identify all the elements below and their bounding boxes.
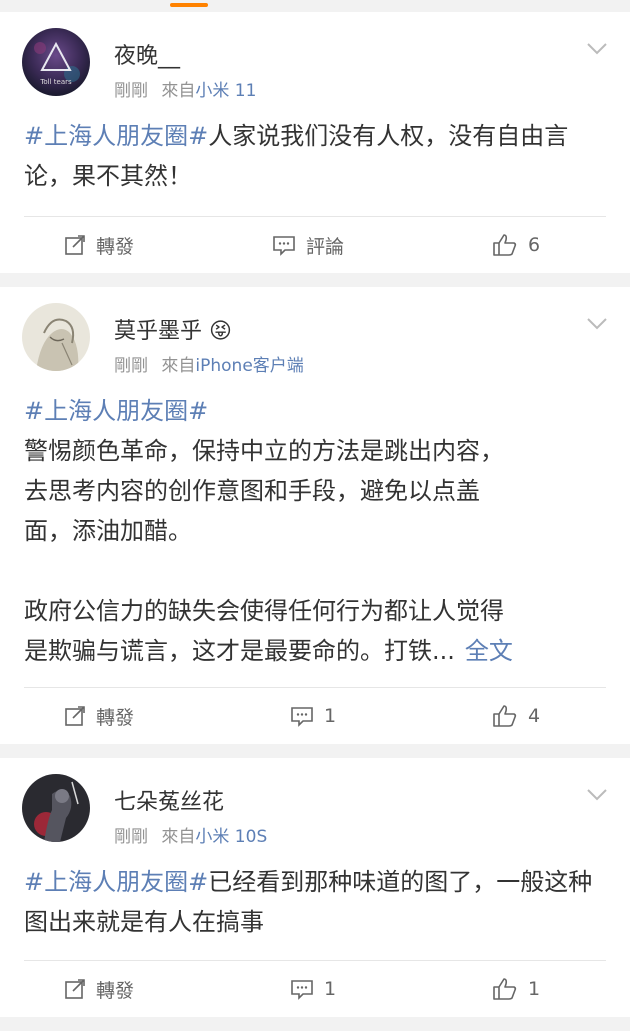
like-icon xyxy=(493,978,517,1000)
hashtag[interactable]: #上海人朋友圈# xyxy=(24,868,208,896)
avatar[interactable]: Toll tears xyxy=(22,28,90,96)
post-time: 剛剛 xyxy=(114,827,148,847)
post-body[interactable]: #上海人朋友圈#人家说我们没有人权，没有自由言论，果不其然！ xyxy=(0,116,630,216)
chevron-down-icon[interactable] xyxy=(586,788,608,802)
username-emoji: 😝 xyxy=(209,319,232,344)
avatar[interactable] xyxy=(22,774,90,842)
post-card[interactable]: 莫乎墨乎 😝 剛剛 來自iPhone客户端 #上海人朋友圈# 警惕颜色革命，保持… xyxy=(0,287,630,744)
repost-icon xyxy=(65,235,85,255)
source-prefix: 來自 xyxy=(161,827,196,847)
comment-button[interactable]: 1 xyxy=(290,961,336,1017)
like-count: 6 xyxy=(528,234,541,256)
post-source[interactable]: iPhone客户端 xyxy=(195,356,303,376)
action-bar: 轉發 評論 6 xyxy=(0,217,630,273)
chevron-down-icon[interactable] xyxy=(586,42,608,56)
post-source[interactable]: 小米 11 xyxy=(195,81,256,101)
post-meta: 剛剛 來自iPhone客户端 xyxy=(114,351,304,376)
tab-indicator xyxy=(170,3,208,7)
post-text-line: 警惕颜色革命，保持中立的方法是跳出内容， xyxy=(24,437,504,465)
separator xyxy=(0,744,630,758)
like-count: 1 xyxy=(528,978,541,1000)
comment-icon xyxy=(291,707,313,727)
post-source[interactable]: 小米 10S xyxy=(195,827,267,847)
top-strip xyxy=(0,0,630,12)
post-text-line: 是欺骗与谎言，这才是最要命的。打铁... xyxy=(24,637,455,665)
avatar[interactable] xyxy=(22,303,90,371)
repost-label: 轉發 xyxy=(96,706,135,729)
comment-icon xyxy=(273,236,295,256)
repost-label: 轉發 xyxy=(96,979,135,1002)
comment-button[interactable]: 評論 xyxy=(272,217,344,273)
hashtag[interactable]: #上海人朋友圈# xyxy=(24,397,208,425)
post-header: 莫乎墨乎 😝 剛剛 來自iPhone客户端 xyxy=(0,287,630,391)
svg-text:Toll tears: Toll tears xyxy=(39,78,72,86)
comment-button[interactable]: 1 xyxy=(290,688,336,744)
separator xyxy=(0,273,630,287)
repost-icon xyxy=(65,706,85,726)
like-button[interactable]: 4 xyxy=(492,688,540,744)
repost-button[interactable]: 轉發 xyxy=(64,961,134,1017)
post-text-line: 政府公信力的缺失会使得任何行为都让人觉得 xyxy=(24,597,504,625)
post-meta: 剛剛 來自小米 10S xyxy=(114,822,267,847)
like-icon xyxy=(493,705,517,727)
post-card[interactable]: 七朵菟丝花 剛剛 來自小米 10S #上海人朋友圈#已经看到那种味道的图了，一般… xyxy=(0,758,630,1017)
full-text-link[interactable]: 全文 xyxy=(465,637,513,665)
repost-icon xyxy=(65,979,85,999)
post-text-line: 去思考内容的创作意图和手段，避免以点盖 xyxy=(24,477,480,505)
post-time: 剛剛 xyxy=(114,356,148,376)
separator xyxy=(0,1017,630,1031)
post-meta: 剛剛 來自小米 11 xyxy=(114,76,256,101)
repost-button[interactable]: 轉發 xyxy=(64,688,134,744)
like-count: 4 xyxy=(528,705,541,727)
source-prefix: 來自 xyxy=(161,356,196,376)
like-button[interactable]: 6 xyxy=(492,217,540,273)
comment-label: 評論 xyxy=(306,235,345,258)
source-prefix: 來自 xyxy=(161,81,196,101)
username-text: 莫乎墨乎 xyxy=(114,319,203,344)
action-bar: 轉發 1 4 xyxy=(0,688,630,744)
username[interactable]: 夜晚__ xyxy=(114,38,180,70)
comment-count: 1 xyxy=(324,705,337,727)
post-time: 剛剛 xyxy=(114,81,148,101)
repost-button[interactable]: 轉發 xyxy=(64,217,134,273)
post-text-line: 面，添油加醋。 xyxy=(24,517,192,545)
username[interactable]: 莫乎墨乎 😝 xyxy=(114,313,232,345)
post-header: Toll tears 夜晚__ 剛剛 來自小米 11 xyxy=(0,12,630,116)
repost-label: 轉發 xyxy=(96,235,135,258)
username[interactable]: 七朵菟丝花 xyxy=(114,784,224,816)
post-header: 七朵菟丝花 剛剛 來自小米 10S xyxy=(0,758,630,862)
like-icon xyxy=(493,234,517,256)
chevron-down-icon[interactable] xyxy=(586,317,608,331)
post-body[interactable]: #上海人朋友圈#已经看到那种味道的图了，一般这种图出来就是有人在搞事 xyxy=(0,862,630,960)
post-body[interactable]: #上海人朋友圈# 警惕颜色革命，保持中立的方法是跳出内容， 去思考内容的创作意图… xyxy=(0,391,630,687)
comment-icon xyxy=(291,980,313,1000)
hashtag[interactable]: #上海人朋友圈# xyxy=(24,122,208,150)
comment-count: 1 xyxy=(324,978,337,1000)
like-button[interactable]: 1 xyxy=(492,961,540,1017)
post-card[interactable]: Toll tears 夜晚__ 剛剛 來自小米 11 #上海人朋友圈#人家说我们… xyxy=(0,12,630,273)
action-bar: 轉發 1 1 xyxy=(0,961,630,1017)
